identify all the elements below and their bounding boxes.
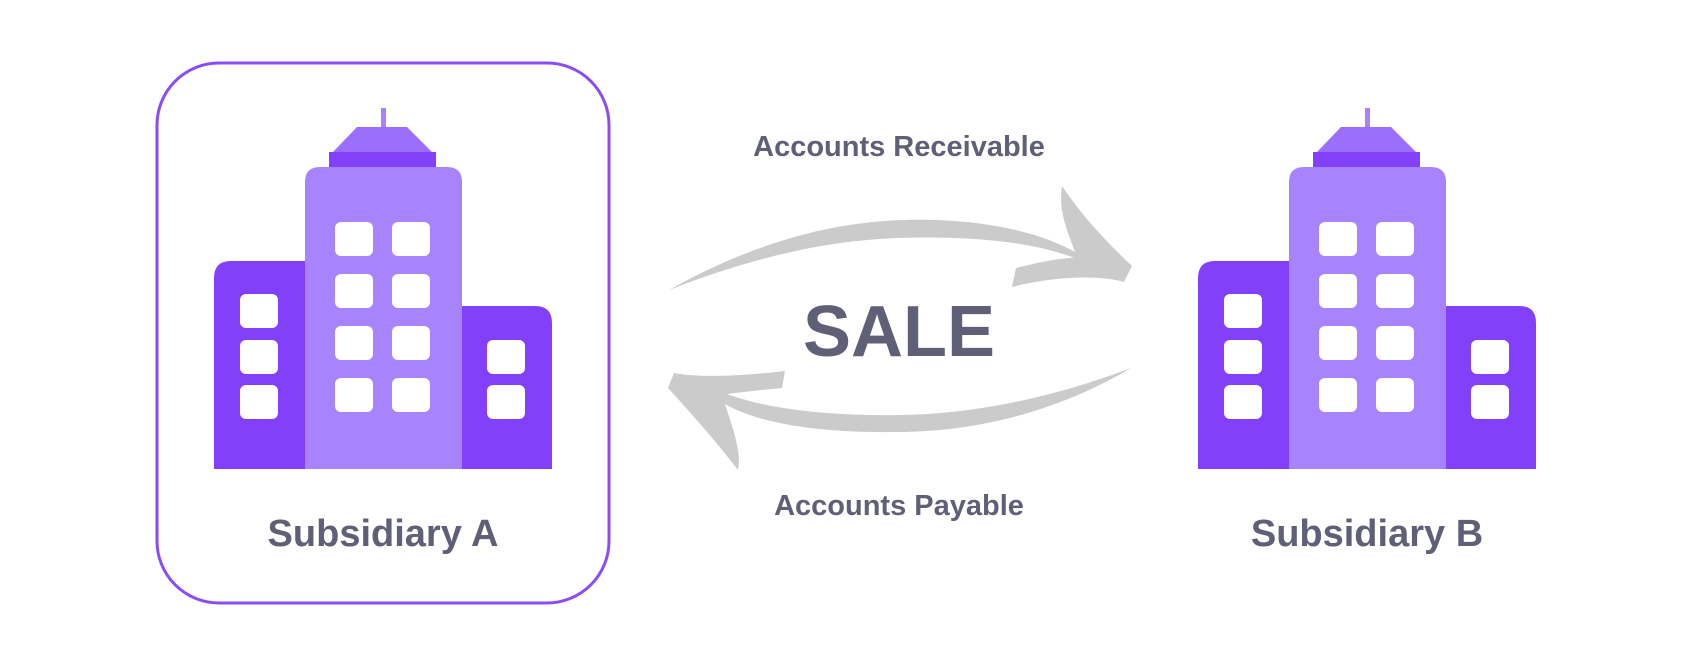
window [240,385,278,419]
window [1319,378,1357,412]
window [1224,340,1262,374]
window [392,326,430,360]
window [392,222,430,256]
tower [1289,167,1446,469]
window [240,340,278,374]
accounts-payable-label: Accounts Payable [774,490,1024,522]
roof-cap [329,152,436,167]
antenna [381,108,386,130]
window [1471,385,1509,419]
antenna [1365,108,1370,130]
subsidiary-a-building-icon [214,108,552,469]
window [1376,222,1414,256]
sale-label: SALE [803,292,995,372]
window [335,222,373,256]
window [1471,340,1509,374]
accounts-receivable-arrow-icon [669,186,1132,290]
window [335,274,373,308]
subsidiary-a-label: Subsidiary A [268,513,499,555]
tower [305,167,462,469]
accounts-receivable-label: Accounts Receivable [753,131,1045,163]
window [1376,274,1414,308]
intercompany-sale-diagram: Accounts Receivable SALE Accounts Payabl… [155,61,1536,605]
window [487,340,525,374]
subsidiary-b-label: Subsidiary B [1251,513,1483,555]
window [1319,222,1357,256]
roof [333,127,432,152]
subsidiary-b-building-icon [1198,108,1536,469]
window [1376,378,1414,412]
window [335,326,373,360]
window [392,378,430,412]
roof [1317,127,1416,152]
window [1319,274,1357,308]
window [335,378,373,412]
window [1224,385,1262,419]
accounts-payable-arrow-icon [668,368,1131,470]
window [240,294,278,328]
window [1319,326,1357,360]
roof-cap [1313,152,1420,167]
window [487,385,525,419]
window [392,274,430,308]
window [1376,326,1414,360]
window [1224,294,1262,328]
